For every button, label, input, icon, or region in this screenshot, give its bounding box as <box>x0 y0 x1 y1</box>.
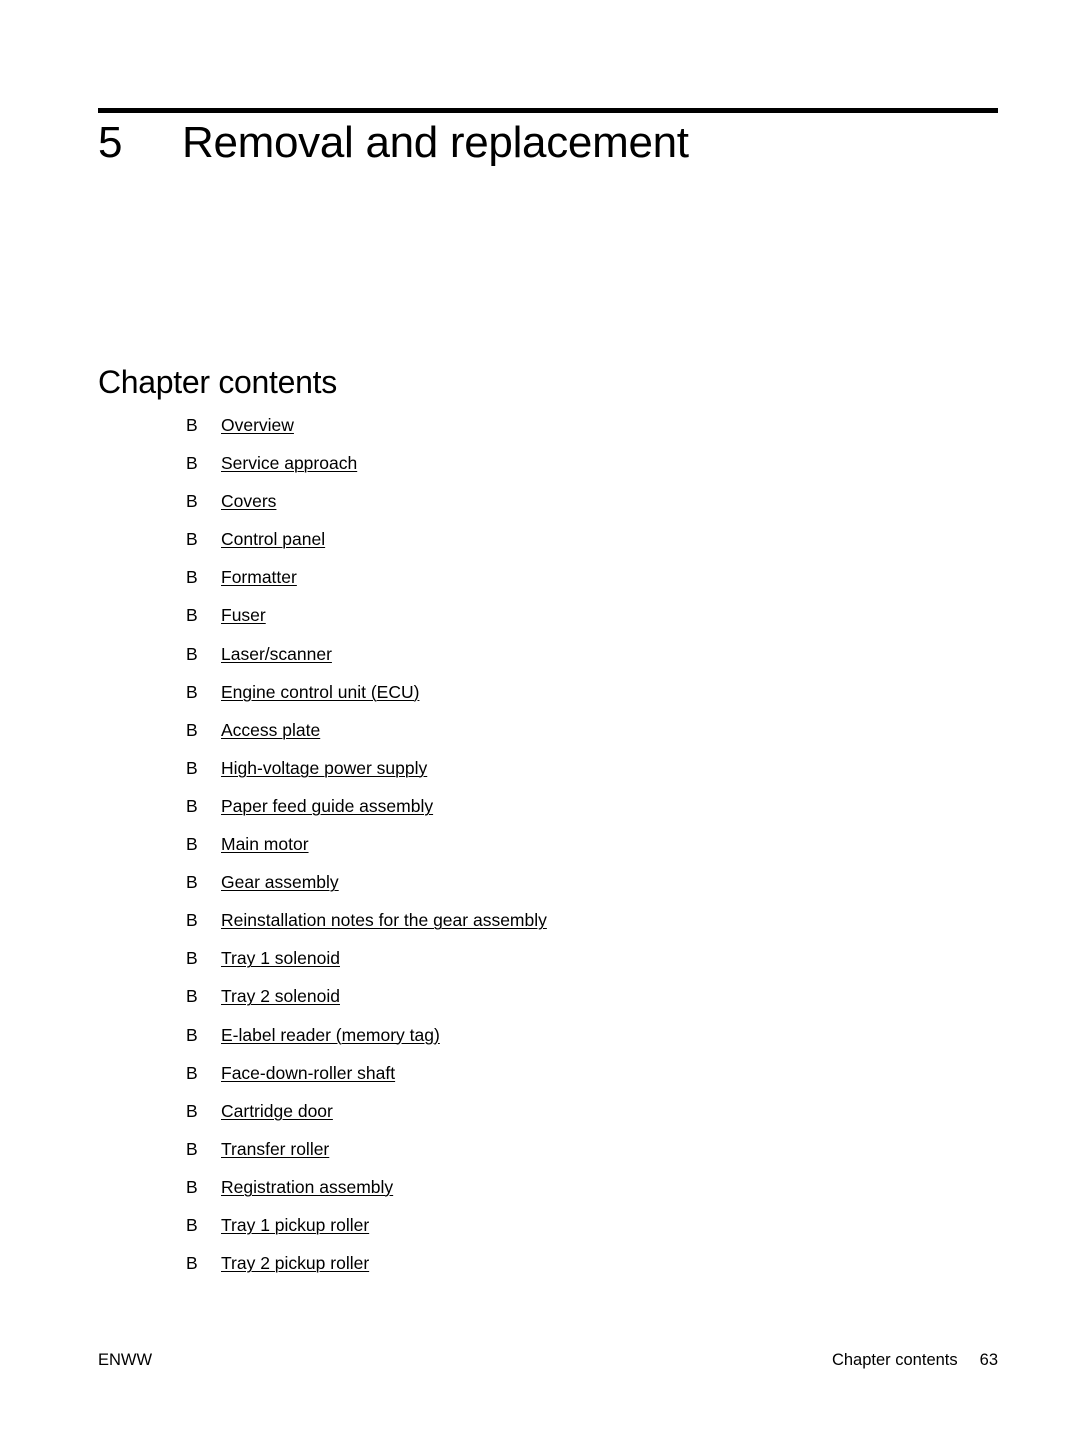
section-heading: Chapter contents <box>98 364 337 400</box>
chapter-title: 5 Removal and replacement <box>98 116 689 170</box>
toc-item: B Transfer roller <box>186 1137 547 1175</box>
chapter-number: 5 <box>98 118 123 167</box>
toc-link[interactable]: Paper feed guide assembly <box>221 794 433 832</box>
bullet-icon: B <box>186 1062 198 1083</box>
bullet-icon: B <box>186 1138 198 1159</box>
toc-list: B Overview B Service approach B Covers B Contro… <box>186 413 547 1289</box>
bullet-icon: B <box>186 872 198 893</box>
toc-link[interactable]: Control panel <box>221 527 325 565</box>
toc-link[interactable]: Tray 1 pickup roller <box>221 1213 369 1251</box>
bullet-icon: B <box>186 453 198 474</box>
toc-item: B Overview <box>186 413 547 451</box>
toc-link[interactable]: Laser/scanner <box>221 642 332 680</box>
toc-link[interactable]: Main motor <box>221 832 309 870</box>
toc-item: B Formatter <box>186 565 547 603</box>
toc-item: B Reinstallation notes for the gear assem… <box>186 908 547 946</box>
bullet-icon: B <box>186 681 198 702</box>
bullet-icon: B <box>186 757 198 778</box>
toc-link[interactable]: Engine control unit (ECU) <box>221 680 419 718</box>
toc-item: B Covers <box>186 489 547 527</box>
toc-item: B Fuser <box>186 603 547 641</box>
bullet-icon: B <box>186 948 198 969</box>
bullet-icon: B <box>186 834 198 855</box>
toc-link[interactable]: Formatter <box>221 565 297 603</box>
toc-item: B Cartridge door <box>186 1099 547 1137</box>
toc-link[interactable]: Service approach <box>221 451 357 489</box>
bullet-icon: B <box>186 1100 198 1121</box>
toc-item: B Engine control unit (ECU) <box>186 680 547 718</box>
toc-item: B Service approach <box>186 451 547 489</box>
bullet-icon: B <box>186 1214 198 1235</box>
bullet-icon: B <box>186 795 198 816</box>
toc-link[interactable]: Transfer roller <box>221 1137 329 1175</box>
toc-item: B Tray 1 pickup roller <box>186 1213 547 1251</box>
toc-item: B Gear assembly <box>186 870 547 908</box>
bullet-icon: B <box>186 491 198 512</box>
toc-item: B Control panel <box>186 527 547 565</box>
toc-link[interactable]: Tray 1 solenoid <box>221 946 340 984</box>
bullet-icon: B <box>186 529 198 550</box>
chapter-title-text: Removal and replacement <box>182 118 689 167</box>
toc-link[interactable]: Registration assembly <box>221 1175 393 1213</box>
chapter-rule <box>98 108 998 113</box>
toc-link[interactable]: Reinstallation notes for the gear assemb… <box>221 908 547 946</box>
bullet-icon: B <box>186 1253 198 1274</box>
bullet-icon: B <box>186 567 198 588</box>
toc-item: B High-voltage power supply <box>186 756 547 794</box>
bullet-icon: B <box>186 719 198 740</box>
toc-item: B Tray 2 solenoid <box>186 984 547 1022</box>
toc-link[interactable]: Overview <box>221 413 294 451</box>
bullet-icon: B <box>186 1024 198 1045</box>
toc-item: B Main motor <box>186 832 547 870</box>
toc-item: B Paper feed guide assembly <box>186 794 547 832</box>
toc-link[interactable]: Face-down-roller shaft <box>221 1061 395 1099</box>
toc-item: B Access plate <box>186 718 547 756</box>
bullet-icon: B <box>186 1176 198 1197</box>
toc-link[interactable]: High-voltage power supply <box>221 756 427 794</box>
bullet-icon: B <box>186 643 198 664</box>
toc-item: B Laser/scanner <box>186 642 547 680</box>
footer-right: Chapter contents 63 <box>832 1351 998 1370</box>
footer-section-name: Chapter contents <box>831 1351 958 1369</box>
toc-link[interactable]: Access plate <box>221 718 320 756</box>
toc-link[interactable]: E-label reader (memory tag) <box>221 1023 440 1061</box>
toc-item: B Face-down-roller shaft <box>186 1061 547 1099</box>
bullet-icon: B <box>186 986 198 1007</box>
footer-left: ENWW <box>98 1351 153 1369</box>
toc-link[interactable]: Cartridge door <box>221 1099 333 1137</box>
bullet-icon: B <box>186 415 198 435</box>
toc-link[interactable]: Fuser <box>221 603 266 641</box>
toc-item: B Tray 1 solenoid <box>186 946 547 984</box>
toc-link[interactable]: Tray 2 pickup roller <box>221 1251 369 1289</box>
bullet-icon: B <box>186 910 198 931</box>
toc-item: B E-label reader (memory tag) <box>186 1023 547 1061</box>
toc-item: B Registration assembly <box>186 1175 547 1213</box>
bullet-icon: B <box>186 605 198 626</box>
toc-item: B Tray 2 pickup roller <box>186 1251 547 1289</box>
page-number: 63 <box>979 1351 998 1369</box>
toc-link[interactable]: Covers <box>221 489 276 527</box>
toc-link[interactable]: Tray 2 solenoid <box>221 984 340 1022</box>
toc-link[interactable]: Gear assembly <box>221 870 339 908</box>
